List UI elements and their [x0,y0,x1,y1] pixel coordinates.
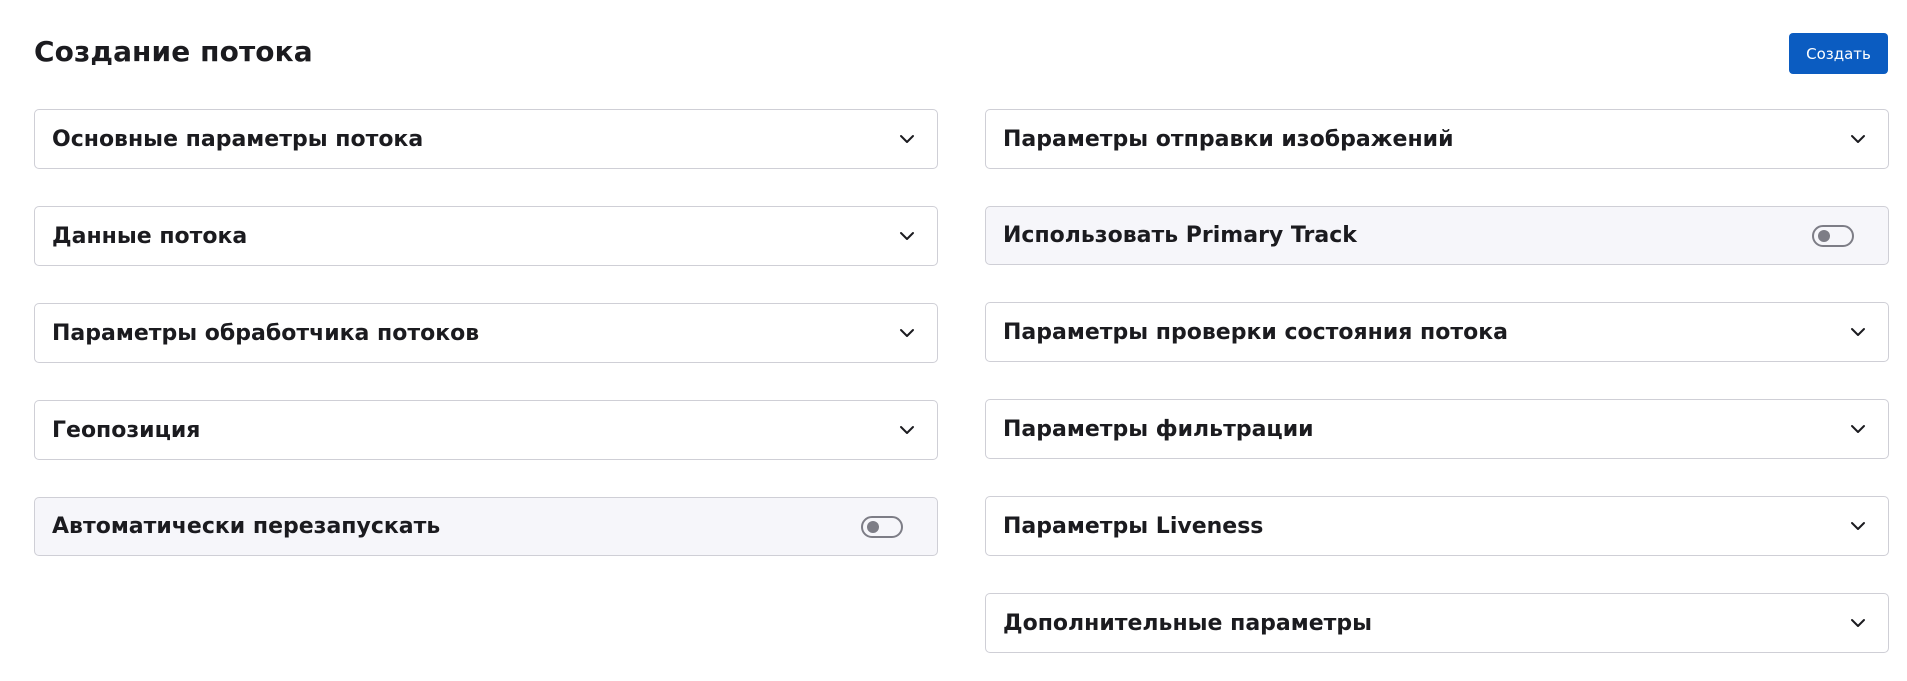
chevron-down-icon[interactable] [895,321,919,345]
toggle-knob [1818,229,1830,242]
chevron-down-icon[interactable] [895,127,919,151]
section-label: Геопозиция [52,417,201,443]
auto-restart-toggle[interactable] [861,515,903,538]
section-label: Параметры фильтрации [1003,416,1314,442]
section-label: Автоматически перезапускать [52,514,441,539]
section-primary-track: Использовать Primary Track [985,206,1889,265]
section-label: Основные параметры потока [52,126,424,152]
section-geoposition[interactable]: Геопозиция [34,400,938,460]
chevron-down-icon[interactable] [895,224,919,248]
chevron-down-icon[interactable] [1846,417,1870,441]
toggle-knob [867,520,879,533]
section-label: Использовать Primary Track [1003,223,1357,248]
primary-track-toggle[interactable] [1812,224,1854,247]
stream-create-page: Создание потока Создать Основные парамет… [0,0,1907,681]
section-filter-params[interactable]: Параметры фильтрации [985,399,1889,459]
section-label: Параметры проверки состояния потока [1003,319,1509,345]
section-main-params[interactable]: Основные параметры потока [34,109,938,169]
section-label: Дополнительные параметры [1003,610,1373,636]
section-label: Данные потока [52,223,248,249]
chevron-down-icon[interactable] [1846,514,1870,538]
section-liveness-params[interactable]: Параметры Liveness [985,496,1889,556]
section-label: Параметры отправки изображений [1003,126,1454,152]
chevron-down-icon[interactable] [1846,127,1870,151]
chevron-down-icon[interactable] [1846,611,1870,635]
section-image-send-params[interactable]: Параметры отправки изображений [985,109,1889,169]
section-stream-data[interactable]: Данные потока [34,206,938,266]
chevron-down-icon[interactable] [1846,320,1870,344]
section-health-check-params[interactable]: Параметры проверки состояния потока [985,302,1889,362]
section-label: Параметры Liveness [1003,513,1264,539]
create-button[interactable]: Создать [1789,33,1888,74]
chevron-down-icon[interactable] [895,418,919,442]
section-auto-restart: Автоматически перезапускать [34,497,938,556]
section-label: Параметры обработчика потоков [52,320,480,346]
section-additional-params[interactable]: Дополнительные параметры [985,593,1889,653]
section-handler-params[interactable]: Параметры обработчика потоков [34,303,938,363]
page-title: Создание потока [34,35,313,68]
